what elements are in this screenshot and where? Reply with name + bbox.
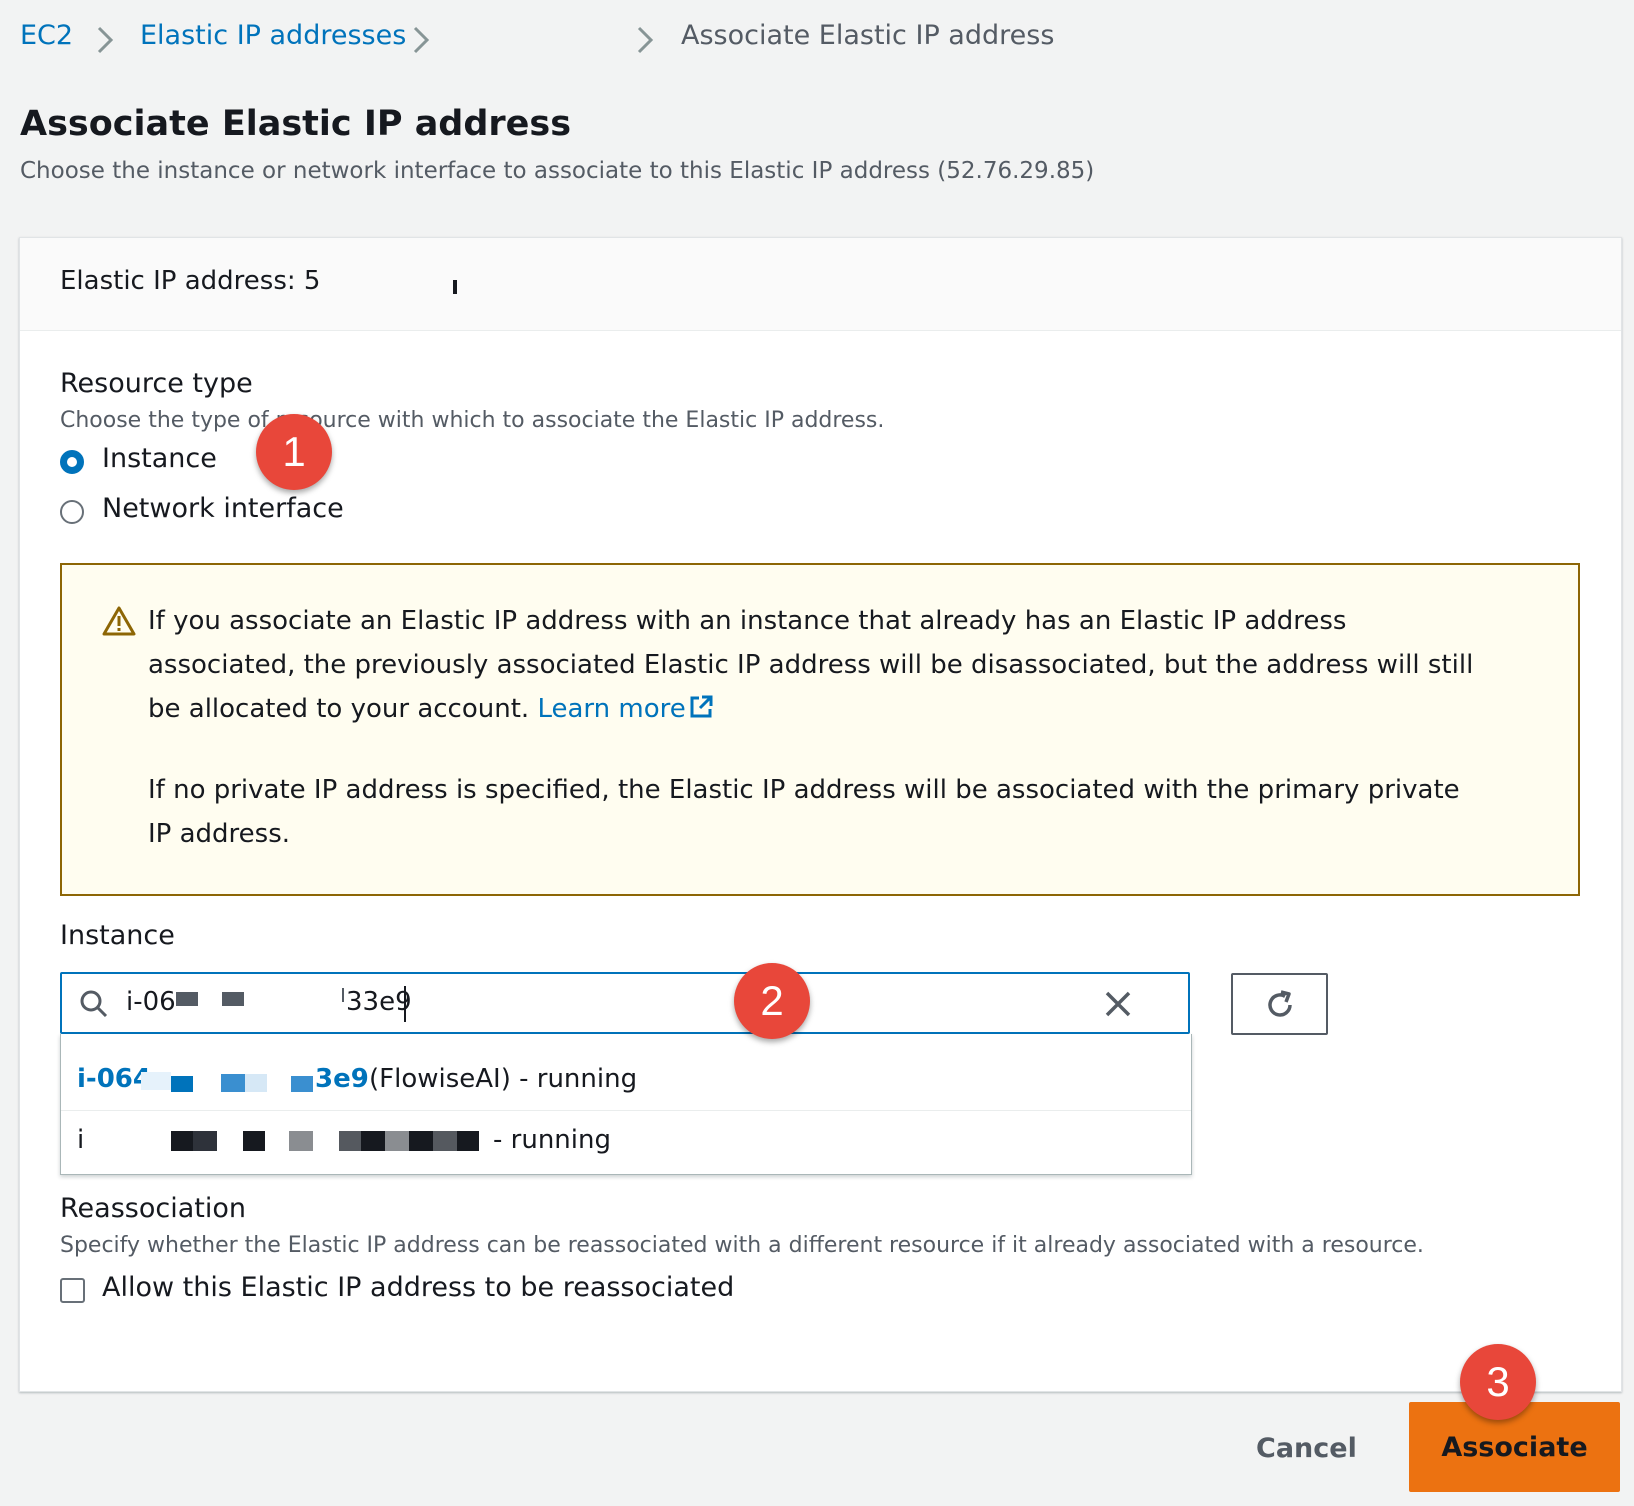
instance-label: Instance — [60, 920, 175, 951]
warning-alert: If you associate an Elastic IP address w… — [60, 563, 1580, 896]
redacted-block — [339, 1131, 361, 1151]
radio-unchecked-icon[interactable] — [60, 500, 84, 524]
redacted-block — [221, 1074, 245, 1092]
instance-dropdown: i-064 3e9 (FlowiseAI) - running i - runn… — [60, 1034, 1192, 1175]
card-header: Elastic IP address: 5 — [20, 238, 1621, 331]
page-title: Associate Elastic IP address — [20, 104, 572, 144]
instance-option-id-suffix: 3e9 — [315, 1064, 369, 1094]
redacted-block — [243, 1131, 265, 1151]
redacted-block — [222, 992, 244, 1006]
learn-more-label: Learn more — [537, 694, 686, 724]
redacted-block — [171, 1076, 193, 1092]
associate-button-label: Associate — [1441, 1432, 1588, 1463]
checkbox-unchecked-icon[interactable] — [60, 1278, 85, 1303]
chevron-right-icon — [97, 26, 114, 54]
step-marker-2: 2 — [734, 963, 810, 1039]
breadcrumb: EC2 Elastic IP addresses Associate Elast… — [0, 0, 1634, 80]
instance-value-prefix: i-06 — [126, 987, 176, 1017]
refresh-icon — [1268, 990, 1292, 1017]
breadcrumb-current: Associate Elastic IP address — [681, 20, 1055, 51]
redacted-block — [141, 1072, 171, 1090]
redacted-block — [267, 1072, 291, 1092]
instance-option-name: (FlowiseAI) - running — [369, 1064, 638, 1094]
redacted-block — [409, 1131, 433, 1151]
learn-more-link[interactable]: Learn more — [537, 694, 713, 724]
redacted-block — [433, 1131, 457, 1151]
cancel-button[interactable]: Cancel — [1256, 1433, 1357, 1464]
redacted-block — [457, 1131, 479, 1151]
redacted-block — [245, 1074, 267, 1092]
step-marker-1: 1 — [256, 414, 332, 490]
alert-line-2: If no private IP address is specified, t… — [148, 775, 1460, 849]
refresh-button[interactable] — [1231, 973, 1328, 1035]
search-icon — [80, 990, 108, 1018]
reassociation-description: Specify whether the Elastic IP address c… — [60, 1233, 1424, 1258]
redacted-block — [453, 280, 457, 294]
instance-option[interactable]: i - running — [61, 1110, 1191, 1171]
text-cursor — [404, 986, 406, 1022]
instance-option-name: - running — [493, 1125, 611, 1155]
redacted-block — [361, 1131, 385, 1151]
radio-network-interface-label: Network interface — [102, 493, 344, 524]
form-card: Elastic IP address: 5 Resource type Choo… — [19, 237, 1622, 1392]
redacted-block — [342, 988, 344, 1002]
reassociation-checkbox[interactable]: Allow this Elastic IP address to be reas… — [60, 1268, 760, 1312]
redacted-block — [385, 1131, 409, 1151]
redacted-block — [171, 1131, 193, 1151]
redacted-block — [193, 1131, 217, 1151]
step-marker-3: 3 — [1460, 1344, 1536, 1420]
alert-line-1: If you associate an Elastic IP address w… — [148, 606, 1474, 724]
redacted-block — [176, 992, 198, 1006]
redacted-block — [289, 1131, 313, 1151]
clear-icon[interactable] — [1104, 990, 1132, 1018]
reassociation-checkbox-label: Allow this Elastic IP address to be reas… — [102, 1272, 735, 1303]
chevron-right-icon — [637, 26, 654, 54]
instance-search-input[interactable]: i-06 33e9 — [60, 972, 1190, 1034]
radio-instance-label: Instance — [102, 443, 217, 474]
alert-message: If you associate an Elastic IP address w… — [148, 599, 1478, 731]
instance-option-id-prefix: i — [77, 1125, 85, 1155]
instance-option-id-prefix: i-064 — [77, 1064, 151, 1094]
instance-search-value: i-06 — [126, 987, 176, 1017]
dropdown-spacer — [61, 1034, 1191, 1050]
warning-icon — [102, 606, 136, 636]
breadcrumb-elastic-ip-addresses[interactable]: Elastic IP addresses — [140, 20, 406, 51]
redacted-block — [291, 1076, 313, 1092]
chevron-right-icon — [413, 26, 430, 54]
external-link-icon — [690, 695, 713, 718]
elastic-ip-header: Elastic IP address: 5 — [60, 266, 321, 296]
reassociation-label: Reassociation — [60, 1193, 246, 1224]
instance-option[interactable]: i-064 3e9 (FlowiseAI) - running — [61, 1050, 1191, 1110]
radio-checked-icon[interactable] — [60, 450, 84, 474]
radio-network-interface[interactable]: Network interface — [60, 488, 360, 528]
resource-type-description: Choose the type of resource with which t… — [60, 408, 885, 433]
instance-value-suffix: 33e9 — [346, 987, 412, 1017]
resource-type-label: Resource type — [60, 368, 253, 399]
breadcrumb-ec2[interactable]: EC2 — [20, 20, 73, 51]
page-description: Choose the instance or network interface… — [20, 158, 1095, 184]
